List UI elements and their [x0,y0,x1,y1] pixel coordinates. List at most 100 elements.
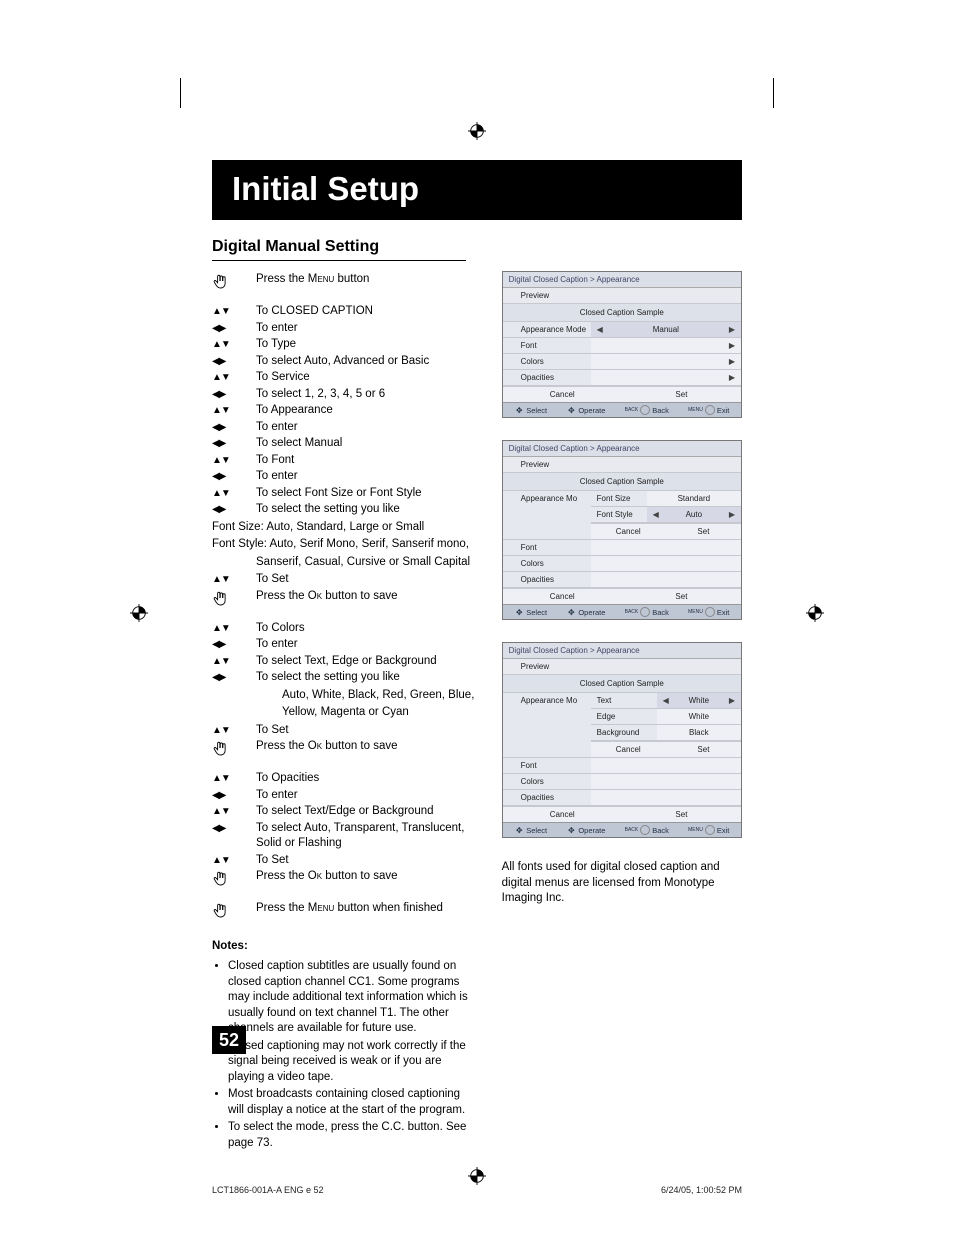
osd-preview-label: Preview [503,659,741,675]
instruction-step: ◀▶ To select the setting you like [212,670,478,686]
osd-breadcrumb: Digital Closed Caption > Appearance [503,272,741,288]
note-item: To select the mode, press the C.C. butto… [228,1120,478,1151]
color-options-line2: Yellow, Magenta or Cyan [212,705,478,721]
up-down-arrows-icon: ▲▼ [212,572,242,587]
osd-sub-label: Text [591,693,657,708]
osd-sub-value: ◀Auto▶ [647,507,741,522]
instruction-step: Press the Ok button to save [212,869,478,893]
nav-cross-icon: ✥ [566,825,576,835]
instruction-step: ▲▼ To Set [212,572,478,588]
instruction-text: To Appearance [256,403,478,419]
circle-icon [640,405,650,415]
nav-cross-icon: ✥ [514,405,524,415]
registration-mark-icon [468,1167,486,1185]
nav-cross-icon: ✥ [514,825,524,835]
footer-timestamp: 6/24/05, 1:00:52 PM [661,1185,742,1195]
instruction-step: ◀▶To select 1, 2, 3, 4, 5 or 6 [212,387,478,403]
print-footer: LCT1866-001A-A ENG e 52 6/24/05, 1:00:52… [212,1185,742,1195]
instruction-step: ◀▶To enter [212,788,478,804]
osd-row-label: Font [503,540,591,555]
instruction-step: ▲▼To Service [212,370,478,386]
notes-list: Closed caption subtitles are usually fou… [212,959,478,1151]
crop-mark [773,78,774,108]
osd-row-label: Appearance Mo [503,491,591,539]
page: Initial Setup Digital Manual Setting Pre… [0,0,954,1235]
instruction-text: To enter [256,469,478,485]
circle-icon [640,825,650,835]
osd-row-label: Appearance Mo [503,693,591,757]
up-down-arrows-icon: ▲▼ [212,486,242,501]
instruction-step: ▲▼To select Text/Edge or Background [212,804,478,820]
osd-screenshot-appearance: Digital Closed Caption > Appearance Prev… [502,271,742,418]
osd-set: Set [666,742,741,757]
section-heading: Digital Manual Setting [212,238,466,261]
registration-mark-icon [468,122,486,140]
up-down-arrows-icon: ▲▼ [212,453,242,468]
footer-filename: LCT1866-001A-A ENG e 52 [212,1185,324,1195]
nav-cross-icon: ✥ [514,607,524,617]
instruction-text: To Service [256,370,478,386]
osd-row-value: ▶ [591,354,741,369]
instructions-column: Press the Menu button▲▼To CLOSED CAPTION… [212,271,478,1153]
instruction-text: To enter [256,420,478,436]
osd-breadcrumb: Digital Closed Caption > Appearance [503,441,741,457]
osd-sub-label: Background [591,725,657,740]
instruction-step: ◀▶To enter [212,637,478,653]
instruction-text: To select the setting you like [256,670,478,686]
font-style-options-line2: Sanserif, Casual, Cursive or Small Capit… [212,555,478,571]
left-right-arrows-icon: ◀▶ [212,420,242,435]
nav-cross-icon: ✥ [566,607,576,617]
left-right-arrows-icon: ◀▶ [212,387,242,402]
osd-sub-label: Edge [591,709,657,724]
osd-preview-label: Preview [503,288,741,304]
font-size-options: Font Size: Auto, Standard, Large or Smal… [212,520,478,536]
instruction-text: To CLOSED CAPTION [256,304,478,320]
press-button-hand-icon [212,739,242,763]
nav-cross-icon: ✥ [566,405,576,415]
osd-sub-value: White [657,709,741,724]
osd-cancel: Cancel [591,524,666,539]
left-right-arrows-icon: ◀▶ [212,502,242,517]
instruction-text: Press the Menu button when finished [256,901,478,917]
page-number: 52 [212,1026,246,1054]
note-item: Closed caption subtitles are usually fou… [228,959,478,1037]
instruction-step: ▲▼To Set [212,853,478,869]
instruction-step: ▲▼To select Text, Edge or Background [212,654,478,670]
press-button-hand-icon [212,901,242,925]
up-down-arrows-icon: ▲▼ [212,621,242,636]
left-right-arrows-icon: ◀▶ [212,436,242,451]
instruction-text: To Set [256,572,478,588]
instruction-text: Press the Ok button to save [256,589,478,605]
osd-row-label: Opacities [503,790,591,805]
instruction-text: To enter [256,788,478,804]
up-down-arrows-icon: ▲▼ [212,654,242,669]
osd-cancel: Cancel [503,589,622,604]
osd-row-label: Font [503,338,591,353]
instruction-step: ▲▼To Set [212,723,478,739]
instruction-step: ◀▶ To enter [212,469,478,485]
circle-icon [705,405,715,415]
up-down-arrows-icon: ▲▼ [212,723,242,738]
instruction-step: Press the Ok button to save [212,739,478,763]
osd-sample-text: Closed Caption Sample [503,473,741,491]
osd-footer-exit: Exit [717,406,730,415]
left-right-arrows-icon: ◀▶ [212,469,242,484]
osd-value-text: Manual [653,325,679,334]
osd-row-label: Appearance Mode [503,322,591,337]
osd-sample-text: Closed Caption Sample [503,675,741,693]
instruction-step: ◀▶To select the setting you like [212,502,478,518]
instruction-step: ◀▶To select Manual [212,436,478,452]
note-item: Closed captioning may not work correctly… [228,1039,478,1086]
color-options-line1: Auto, White, Black, Red, Green, Blue, [212,688,478,704]
osd-footer-operate: Operate [578,406,605,415]
osd-set: Set [666,524,741,539]
up-down-arrows-icon: ▲▼ [212,337,242,352]
osd-row-label: Colors [503,556,591,571]
left-right-arrows-icon: ◀▶ [212,670,242,685]
osd-screenshot-font: Digital Closed Caption > Appearance Prev… [502,440,742,620]
osd-nested-panel: Text◀White▶ EdgeWhite BackgroundBlack Ca… [591,693,741,757]
up-down-arrows-icon: ▲▼ [212,804,242,819]
press-button-hand-icon [212,869,242,893]
crop-mark [180,78,181,108]
osd-set: Set [622,589,741,604]
